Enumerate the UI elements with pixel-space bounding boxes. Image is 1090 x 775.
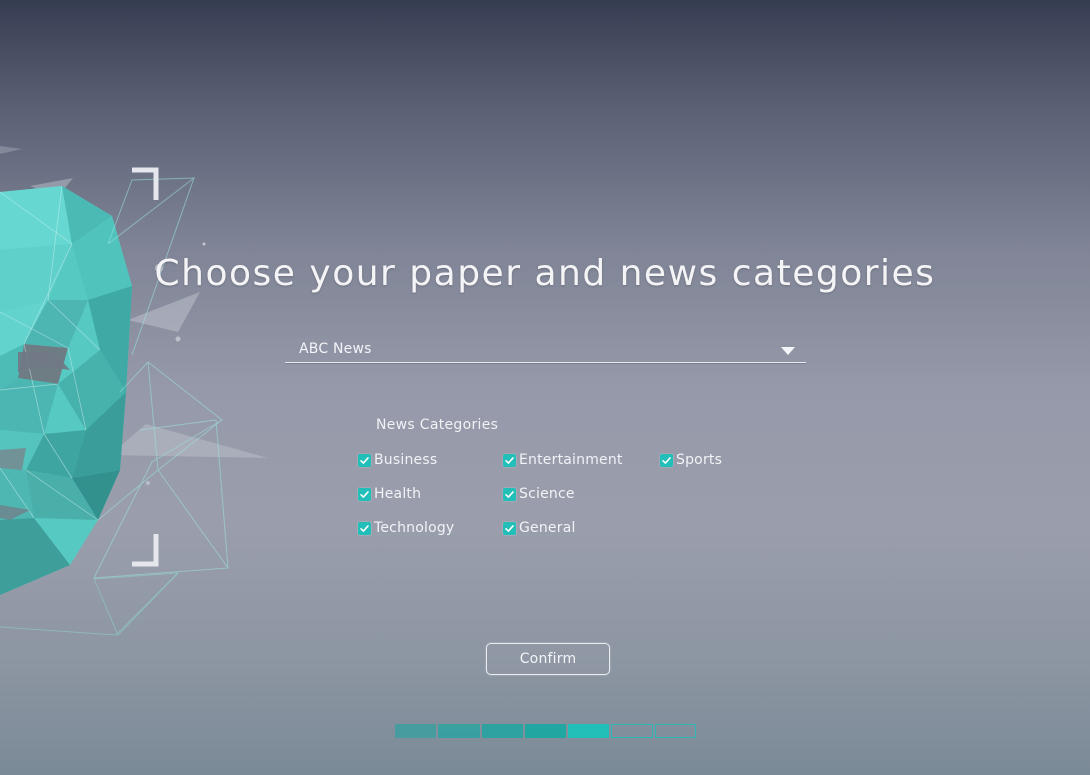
- progress-step-complete: [481, 724, 523, 738]
- check-icon: [360, 490, 369, 498]
- category-business-checkbox[interactable]: Business: [358, 451, 437, 469]
- progress-step-complete: [524, 724, 567, 738]
- checkbox: [358, 487, 371, 501]
- category-label: Business: [374, 452, 438, 468]
- category-science-checkbox[interactable]: Science: [503, 485, 575, 503]
- chevron-down-icon: [781, 347, 795, 355]
- checkbox: [358, 521, 371, 535]
- checkbox: [358, 453, 371, 467]
- paper-select-dropdown[interactable]: ABC News: [285, 338, 806, 363]
- category-label: Entertainment: [519, 452, 623, 468]
- category-health-checkbox[interactable]: Health: [358, 485, 421, 503]
- confirm-button[interactable]: Confirm: [486, 643, 610, 675]
- onboarding-screen: Choose your paper and news categories AB…: [0, 0, 1090, 775]
- progress-step-complete: [395, 724, 437, 738]
- check-icon: [505, 490, 514, 498]
- category-general-checkbox[interactable]: General: [503, 519, 576, 537]
- checkbox: [660, 453, 673, 467]
- check-icon: [360, 524, 369, 532]
- checkbox: [503, 487, 516, 501]
- check-icon: [505, 524, 514, 532]
- progress-step-pending: [611, 724, 653, 738]
- checkbox: [503, 453, 516, 467]
- category-label: Technology: [374, 520, 455, 536]
- check-icon: [505, 456, 514, 464]
- category-label: Sports: [676, 452, 723, 468]
- checkbox: [503, 521, 516, 535]
- news-categories-heading: News Categories: [376, 417, 499, 433]
- progress-step-complete: [568, 724, 610, 738]
- category-entertainment-checkbox[interactable]: Entertainment: [503, 451, 623, 469]
- polygonal-face-illustration: [0, 146, 268, 636]
- category-label: General: [519, 520, 576, 536]
- category-technology-checkbox[interactable]: Technology: [358, 519, 454, 537]
- check-icon: [360, 456, 369, 464]
- category-label: Health: [374, 486, 422, 502]
- check-icon: [662, 456, 671, 464]
- page-title: Choose your paper and news categories: [154, 253, 936, 294]
- category-label: Science: [519, 486, 575, 502]
- onboarding-progress-bar: [395, 724, 696, 738]
- paper-select-value: ABC News: [299, 341, 372, 357]
- category-sports-checkbox[interactable]: Sports: [660, 451, 722, 469]
- progress-step-pending: [654, 724, 696, 738]
- progress-step-complete: [438, 724, 480, 738]
